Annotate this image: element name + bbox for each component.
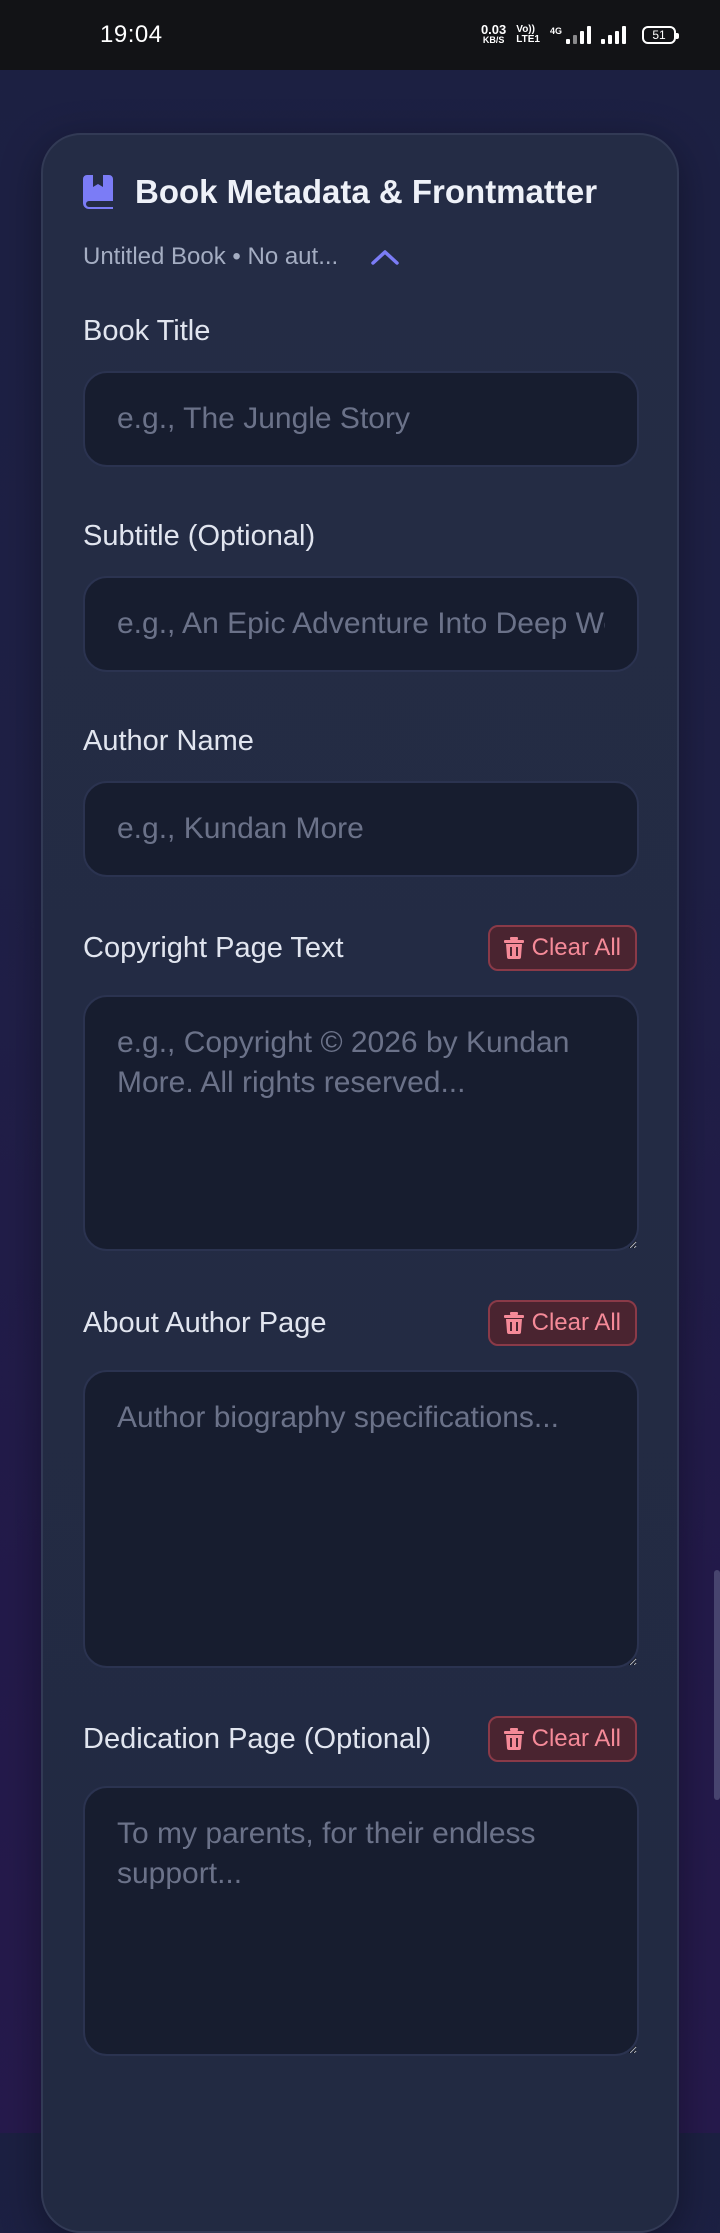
card-header: Book Metadata & Frontmatter	[83, 173, 597, 211]
about-author-clear-button[interactable]: Clear All	[487, 1300, 637, 1346]
volte-icon: Vo)) LTE1	[516, 25, 540, 45]
author-name-label: Author Name	[83, 725, 254, 757]
dedication-clear-label: Clear All	[531, 1725, 621, 1752]
summary-row: Untitled Book • No aut...	[83, 243, 402, 271]
network-speed: 0.03 KB/S	[480, 22, 507, 46]
battery-icon: 51	[642, 26, 679, 44]
metadata-summary: Untitled Book • No aut...	[83, 243, 339, 270]
status-icons: 0.03 KB/S Vo)) LTE1 4G 51	[480, 22, 679, 46]
signal-2-icon	[601, 26, 626, 44]
dedication-textarea[interactable]	[83, 1786, 639, 2056]
collapse-button[interactable]	[368, 245, 402, 269]
chevron-up-icon	[371, 250, 399, 265]
about-author-clear-label: Clear All	[531, 1309, 621, 1336]
network-speed-value: 0.03	[480, 22, 507, 37]
volte-bottom: LTE1	[516, 34, 540, 45]
author-name-input[interactable]	[83, 781, 639, 877]
trash-icon	[503, 1728, 524, 1750]
about-author-label: About Author Page	[83, 1307, 327, 1339]
subtitle-label: Subtitle (Optional)	[83, 520, 316, 552]
battery-level: 51	[652, 28, 666, 42]
page-scrollbar[interactable]	[714, 1570, 720, 1800]
metadata-card: Book Metadata & Frontmatter Untitled Boo…	[41, 133, 679, 2233]
book-title-input[interactable]	[83, 371, 639, 467]
book-title-label: Book Title	[83, 315, 211, 347]
copyright-clear-button[interactable]: Clear All	[487, 925, 637, 971]
dedication-clear-button[interactable]: Clear All	[487, 1716, 637, 1762]
network-speed-unit: KB/S	[482, 35, 505, 45]
subtitle-input[interactable]	[83, 576, 639, 672]
trash-icon	[503, 937, 524, 959]
copyright-clear-label: Clear All	[531, 934, 621, 961]
about-author-textarea[interactable]	[83, 1370, 639, 1668]
card-title: Book Metadata & Frontmatter	[135, 173, 598, 210]
signal-1-icon	[566, 26, 591, 44]
copyright-textarea[interactable]	[83, 995, 639, 1251]
status-time: 19:04	[100, 21, 163, 48]
status-bar: 19:04 0.03 KB/S Vo)) LTE1 4G 51	[0, 0, 720, 70]
dedication-label: Dedication Page (Optional)	[83, 1723, 432, 1755]
book-icon	[83, 175, 113, 209]
trash-icon	[503, 1312, 524, 1334]
network-type: 4G	[549, 26, 562, 36]
copyright-label: Copyright Page Text	[83, 932, 344, 964]
